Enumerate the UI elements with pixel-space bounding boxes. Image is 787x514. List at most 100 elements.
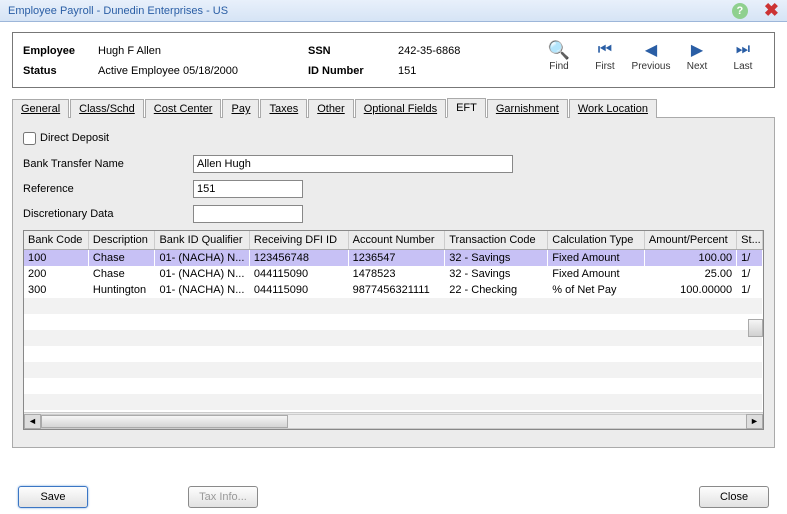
tax-info-button[interactable]: Tax Info... (188, 486, 258, 508)
last-icon: ⏭ (720, 39, 766, 61)
eft-tab-body: Direct Deposit Bank Transfer Name Refere… (12, 118, 775, 448)
cell[interactable]: 25.00 (644, 266, 736, 282)
close-icon[interactable]: ✖ (764, 0, 779, 21)
grid-row[interactable]: 100 Chase 01- (NACHA) N... 123456748 123… (24, 250, 763, 267)
save-button[interactable]: Save (18, 486, 88, 508)
next-icon: ▶ (674, 39, 720, 61)
employee-info-panel: Employee Hugh F Allen SSN 242-35-6868 St… (12, 32, 775, 88)
tab-class-schd[interactable]: Class/Schd (70, 99, 144, 118)
cell[interactable]: 100.00000 (644, 282, 736, 298)
cell[interactable]: 01- (NACHA) N... (155, 282, 249, 298)
vertical-scrollbar-thumb[interactable] (748, 319, 763, 337)
cell[interactable]: 22 - Checking (445, 282, 548, 298)
find-button[interactable]: 🔍 Find (536, 39, 582, 72)
window-title: Employee Payroll - Dunedin Enterprises -… (8, 5, 732, 17)
reference-label: Reference (23, 183, 193, 195)
scrollbar-thumb[interactable] (41, 415, 288, 428)
first-icon: ⏮ (582, 39, 628, 61)
last-button[interactable]: ⏭ Last (720, 39, 766, 72)
col-receiving-dfi[interactable]: Receiving DFI ID (249, 231, 348, 250)
col-calculation-type[interactable]: Calculation Type (548, 231, 645, 250)
status-label: Status (23, 65, 98, 77)
tab-general[interactable]: General (12, 99, 69, 118)
cell[interactable]: Chase (88, 266, 155, 282)
cell[interactable]: 100 (24, 250, 88, 267)
grid-row-empty[interactable] (24, 378, 763, 394)
cell[interactable]: 1/ (737, 282, 763, 298)
previous-button[interactable]: ◀ Previous (628, 39, 674, 72)
tab-strip: General Class/Schd Cost Center Pay Taxes… (12, 96, 775, 118)
cell[interactable]: 1/ (737, 250, 763, 267)
grid-header-row: Bank Code Description Bank ID Qualifier … (24, 231, 763, 250)
next-button[interactable]: ▶ Next (674, 39, 720, 72)
id-number-label: ID Number (308, 65, 398, 77)
bank-transfer-name-label: Bank Transfer Name (23, 158, 193, 170)
cell[interactable]: 123456748 (249, 250, 348, 267)
cell[interactable]: 32 - Savings (445, 266, 548, 282)
cell[interactable]: 300 (24, 282, 88, 298)
col-description[interactable]: Description (88, 231, 155, 250)
direct-deposit-checkbox[interactable] (23, 132, 36, 145)
cell[interactable]: 044115090 (249, 266, 348, 282)
tab-optional-fields[interactable]: Optional Fields (355, 99, 446, 118)
eft-grid: Bank Code Description Bank ID Qualifier … (23, 230, 764, 430)
nav-buttons: 🔍 Find ⏮ First ◀ Previous ▶ Next ⏭ Last (536, 39, 766, 72)
cell[interactable]: 01- (NACHA) N... (155, 266, 249, 282)
cell[interactable]: 9877456321111 (348, 282, 445, 298)
tab-pay[interactable]: Pay (222, 99, 259, 118)
discretionary-data-input[interactable] (193, 205, 303, 223)
close-button[interactable]: Close (699, 486, 769, 508)
grid-row-empty[interactable] (24, 362, 763, 378)
cell[interactable]: Huntington (88, 282, 155, 298)
ssn-value: 242-35-6868 (398, 45, 460, 57)
grid-row[interactable]: 200 Chase 01- (NACHA) N... 044115090 147… (24, 266, 763, 282)
cell[interactable]: Fixed Amount (548, 250, 645, 267)
prev-icon: ◀ (628, 39, 674, 61)
cell[interactable]: 1478523 (348, 266, 445, 282)
tab-garnishment[interactable]: Garnishment (487, 99, 568, 118)
first-button[interactable]: ⏮ First (582, 39, 628, 72)
discretionary-data-label: Discretionary Data (23, 208, 193, 220)
scroll-left-icon[interactable]: ◄ (24, 414, 41, 429)
cell[interactable]: 01- (NACHA) N... (155, 250, 249, 267)
tab-eft[interactable]: EFT (447, 98, 486, 118)
col-start[interactable]: St... (737, 231, 763, 250)
reference-input[interactable] (193, 180, 303, 198)
help-icon[interactable]: ? (732, 3, 748, 19)
tab-taxes[interactable]: Taxes (260, 99, 307, 118)
cell[interactable]: Fixed Amount (548, 266, 645, 282)
tab-cost-center[interactable]: Cost Center (145, 99, 222, 118)
cell[interactable]: 1/ (737, 266, 763, 282)
col-account-number[interactable]: Account Number (348, 231, 445, 250)
tab-work-location[interactable]: Work Location (569, 99, 657, 118)
id-number-value: 151 (398, 65, 416, 77)
cell[interactable]: 32 - Savings (445, 250, 548, 267)
cell[interactable]: % of Net Pay (548, 282, 645, 298)
cell[interactable]: 100.00 (644, 250, 736, 267)
col-transaction-code[interactable]: Transaction Code (445, 231, 548, 250)
ssn-label: SSN (308, 45, 398, 57)
col-amount-percent[interactable]: Amount/Percent (644, 231, 736, 250)
grid-row-empty[interactable] (24, 314, 763, 330)
grid-row-empty[interactable] (24, 330, 763, 346)
bank-transfer-name-input[interactable] (193, 155, 513, 173)
employee-value: Hugh F Allen (98, 45, 308, 57)
grid-row[interactable]: 300 Huntington 01- (NACHA) N... 04411509… (24, 282, 763, 298)
col-bank-id-qualifier[interactable]: Bank ID Qualifier (155, 231, 249, 250)
horizontal-scrollbar[interactable]: ◄ ► (24, 412, 763, 429)
cell[interactable]: 044115090 (249, 282, 348, 298)
grid-row-empty[interactable] (24, 346, 763, 362)
grid-row-empty[interactable] (24, 298, 763, 314)
grid-row-empty[interactable] (24, 394, 763, 410)
status-value: Active Employee 05/18/2000 (98, 65, 308, 77)
scroll-right-icon[interactable]: ► (746, 414, 763, 429)
direct-deposit-label: Direct Deposit (40, 132, 109, 144)
cell[interactable]: Chase (88, 250, 155, 267)
scrollbar-track[interactable] (41, 414, 746, 429)
magnifier-icon: 🔍 (536, 39, 582, 61)
cell[interactable]: 200 (24, 266, 88, 282)
titlebar: Employee Payroll - Dunedin Enterprises -… (0, 0, 787, 22)
cell[interactable]: 1236547 (348, 250, 445, 267)
tab-other[interactable]: Other (308, 99, 354, 118)
col-bank-code[interactable]: Bank Code (24, 231, 88, 250)
